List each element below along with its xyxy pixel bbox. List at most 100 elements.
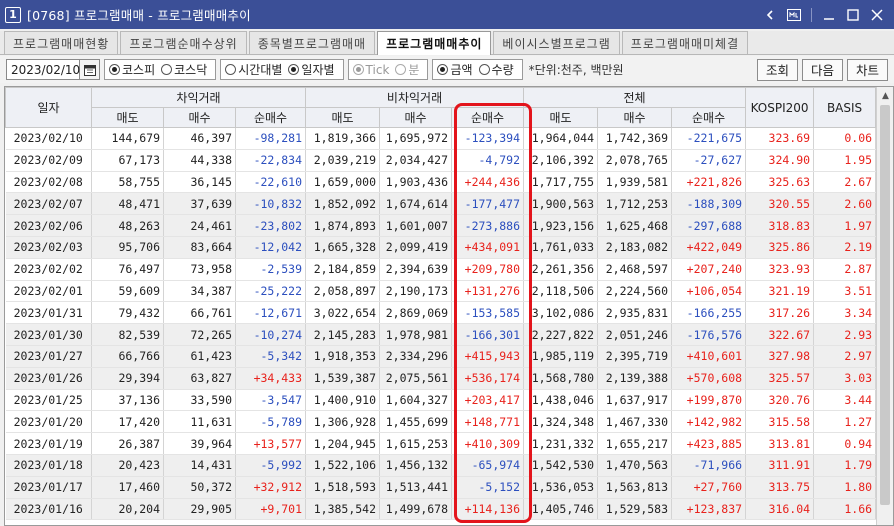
radio-quantity[interactable]: 수량 [478,61,518,78]
header-total-buy[interactable]: 매수 [597,107,673,128]
radio-minute[interactable]: 분 [395,61,423,78]
cell-arb-sell: 79,432 [91,301,164,325]
radio-daily[interactable]: 일자별 [288,61,338,78]
cell-nonarb-net: -153,585 [451,301,525,325]
table-row[interactable]: 2023/01/17 17,460 50,372 +32,912 1,518,593 1,… [5,476,877,499]
next-button[interactable]: 다음 [801,58,843,81]
header-date[interactable]: 일자 [5,87,92,128]
cell-arb-buy: 37,639 [163,192,236,216]
cell-basis: 2.19 [813,236,877,259]
cell-kospi200: 320.76 [745,389,815,412]
toolbar: 2023/02/10 코스피 코스닥 시간대별 일자별 Tick 분 금액 수량… [0,56,894,83]
table-row[interactable]: 2023/02/08 58,755 36,145 -22,610 1,659,000 1,… [5,171,877,194]
table-row[interactable]: 2023/01/31 79,432 66,761 -12,671 3,022,654 2,… [5,301,877,325]
close-icon[interactable] [870,8,884,22]
cell-total-net: +207,240 [671,258,747,281]
radio-hourly[interactable]: 시간대별 [225,61,286,78]
cell-nonarb-net: +415,943 [451,345,525,368]
cell-total-sell: 1,964,044 [523,127,599,150]
scroll-up-icon[interactable]: ▲ [877,87,893,104]
cell-nonarb-buy: 1,455,699 [379,410,453,434]
cell-arb-net: -12,671 [235,301,307,325]
cell-total-net: +410,601 [671,345,747,368]
cell-basis: 2.87 [813,258,877,281]
cell-arb-sell: 20,204 [91,498,164,521]
cell-arb-sell: 48,263 [91,214,164,237]
table-row[interactable]: 2023/02/03 95,706 83,664 -12,042 1,665,328 2,… [5,236,877,259]
tab-program-net-top[interactable]: 프로그램순매수상위 [120,31,247,54]
cell-kospi200: 321.19 [745,280,815,303]
cell-nonarb-sell: 2,184,859 [305,258,381,281]
cell-total-sell: 1,761,033 [523,236,599,259]
window-number-badge: 1 [5,6,21,23]
table-row[interactable]: 2023/01/18 20,423 14,431 -5,992 1,522,106 1,4… [5,454,877,477]
layout-icon[interactable] [787,8,801,22]
cell-nonarb-net: -4,792 [451,149,525,172]
tab-program-by-stock[interactable]: 종목별프로그램매매 [248,31,376,54]
vertical-scrollbar[interactable]: ▲ [876,87,893,525]
cell-arb-buy: 33,590 [163,389,236,412]
cell-total-buy: 2,078,765 [597,149,673,172]
calendar-button[interactable] [80,59,100,80]
cell-total-net: -166,255 [671,301,747,325]
header-nonarbitrage: 비차익거래 [305,87,525,108]
cell-basis: 1.80 [813,476,877,499]
radio-kospi[interactable]: 코스피 [109,61,159,78]
header-arb-buy[interactable]: 매수 [163,107,236,128]
chart-button[interactable]: 차트 [846,58,888,81]
header-nonarb-net[interactable]: 순매수 [451,107,525,128]
query-button[interactable]: 조회 [756,58,798,81]
cell-total-sell: 1,923,156 [523,214,599,237]
table-row[interactable]: 2023/01/30 82,539 72,265 -10,274 2,145,283 1,… [5,323,877,346]
table-row[interactable]: 2023/01/20 17,420 11,631 -5,789 1,306,928 1,4… [5,410,877,434]
header-basis[interactable]: BASIS [813,87,877,128]
header-arb-net[interactable]: 순매수 [234,107,307,128]
tab-program-by-basis[interactable]: 베이시스별프로그램 [493,31,620,54]
cell-date: 2023/02/03 [5,236,92,259]
radio-tick[interactable]: Tick [352,63,394,77]
program-trend-grid[interactable]: 일자 차익거래 비차익거래 전체 KOSPI200 BASIS 매도 매수 순매… [4,86,894,526]
back-icon[interactable] [763,8,777,22]
cell-kospi200: 311.91 [745,454,815,477]
cell-total-net: +106,054 [671,280,747,303]
cell-arb-sell: 144,679 [91,127,164,150]
header-nonarb-sell[interactable]: 매도 [305,107,381,128]
maximize-icon[interactable] [846,8,860,22]
table-row[interactable]: 2023/02/09 67,173 44,338 -22,834 2,039,219 2,… [5,149,877,172]
table-row[interactable]: 2023/01/26 29,394 63,827 +34,433 1,539,387 2,… [5,367,877,390]
table-row[interactable]: 2023/01/19 26,387 39,964 +13,577 1,204,945 1,… [5,432,877,455]
cell-arb-sell: 67,173 [91,149,164,172]
tab-program-status[interactable]: 프로그램매매현황 [4,31,119,54]
table-row[interactable]: 2023/02/07 48,471 37,639 -10,832 1,852,092 1,… [5,192,877,216]
cell-nonarb-buy: 2,099,419 [379,236,453,259]
radio-kosdaq[interactable]: 코스닥 [161,61,211,78]
cell-total-net: +422,049 [671,236,747,259]
table-row[interactable]: 2023/01/25 37,136 33,590 -3,547 1,400,910 1,6… [5,389,877,412]
header-arb-sell[interactable]: 매도 [91,107,164,128]
cell-kospi200: 317.26 [745,301,815,325]
table-row[interactable]: 2023/02/10 144,679 46,397 -98,281 1,819,366 1… [5,127,877,150]
header-kospi200[interactable]: KOSPI200 [745,87,815,128]
header-nonarb-buy[interactable]: 매수 [379,107,453,128]
cell-nonarb-buy: 1,456,132 [379,454,453,477]
cell-date: 2023/01/25 [5,389,92,412]
cell-nonarb-buy: 1,978,981 [379,323,453,346]
tick-radio-group: Tick 분 [347,59,429,80]
radio-amount[interactable]: 금액 [437,61,476,78]
cell-nonarb-sell: 1,539,387 [305,367,381,390]
minimize-icon[interactable] [822,8,836,22]
cell-total-sell: 1,438,046 [523,389,599,412]
table-row[interactable]: 2023/02/02 76,497 73,958 -2,539 2,184,859 2,3… [5,258,877,281]
tab-program-unfilled[interactable]: 프로그램매매미체결 [621,31,749,54]
header-total-sell[interactable]: 매도 [523,107,599,128]
cell-total-buy: 2,139,388 [597,367,673,390]
header-total-net[interactable]: 순매수 [671,107,747,128]
tab-program-trend[interactable]: 프로그램매매추이 [377,31,492,55]
cell-arb-net: -5,789 [235,410,307,434]
date-input[interactable]: 2023/02/10 [6,59,80,80]
table-row[interactable]: 2023/01/16 20,204 29,905 +9,701 1,385,542 1,4… [5,498,877,521]
table-row[interactable]: 2023/01/27 66,766 61,423 -5,342 1,918,353 2,3… [5,345,877,368]
scroll-thumb[interactable] [880,105,890,505]
table-row[interactable]: 2023/02/06 48,263 24,461 -23,802 1,874,893 1,… [5,214,877,237]
table-row[interactable]: 2023/02/01 59,609 34,387 -25,222 2,058,897 2,… [5,280,877,303]
